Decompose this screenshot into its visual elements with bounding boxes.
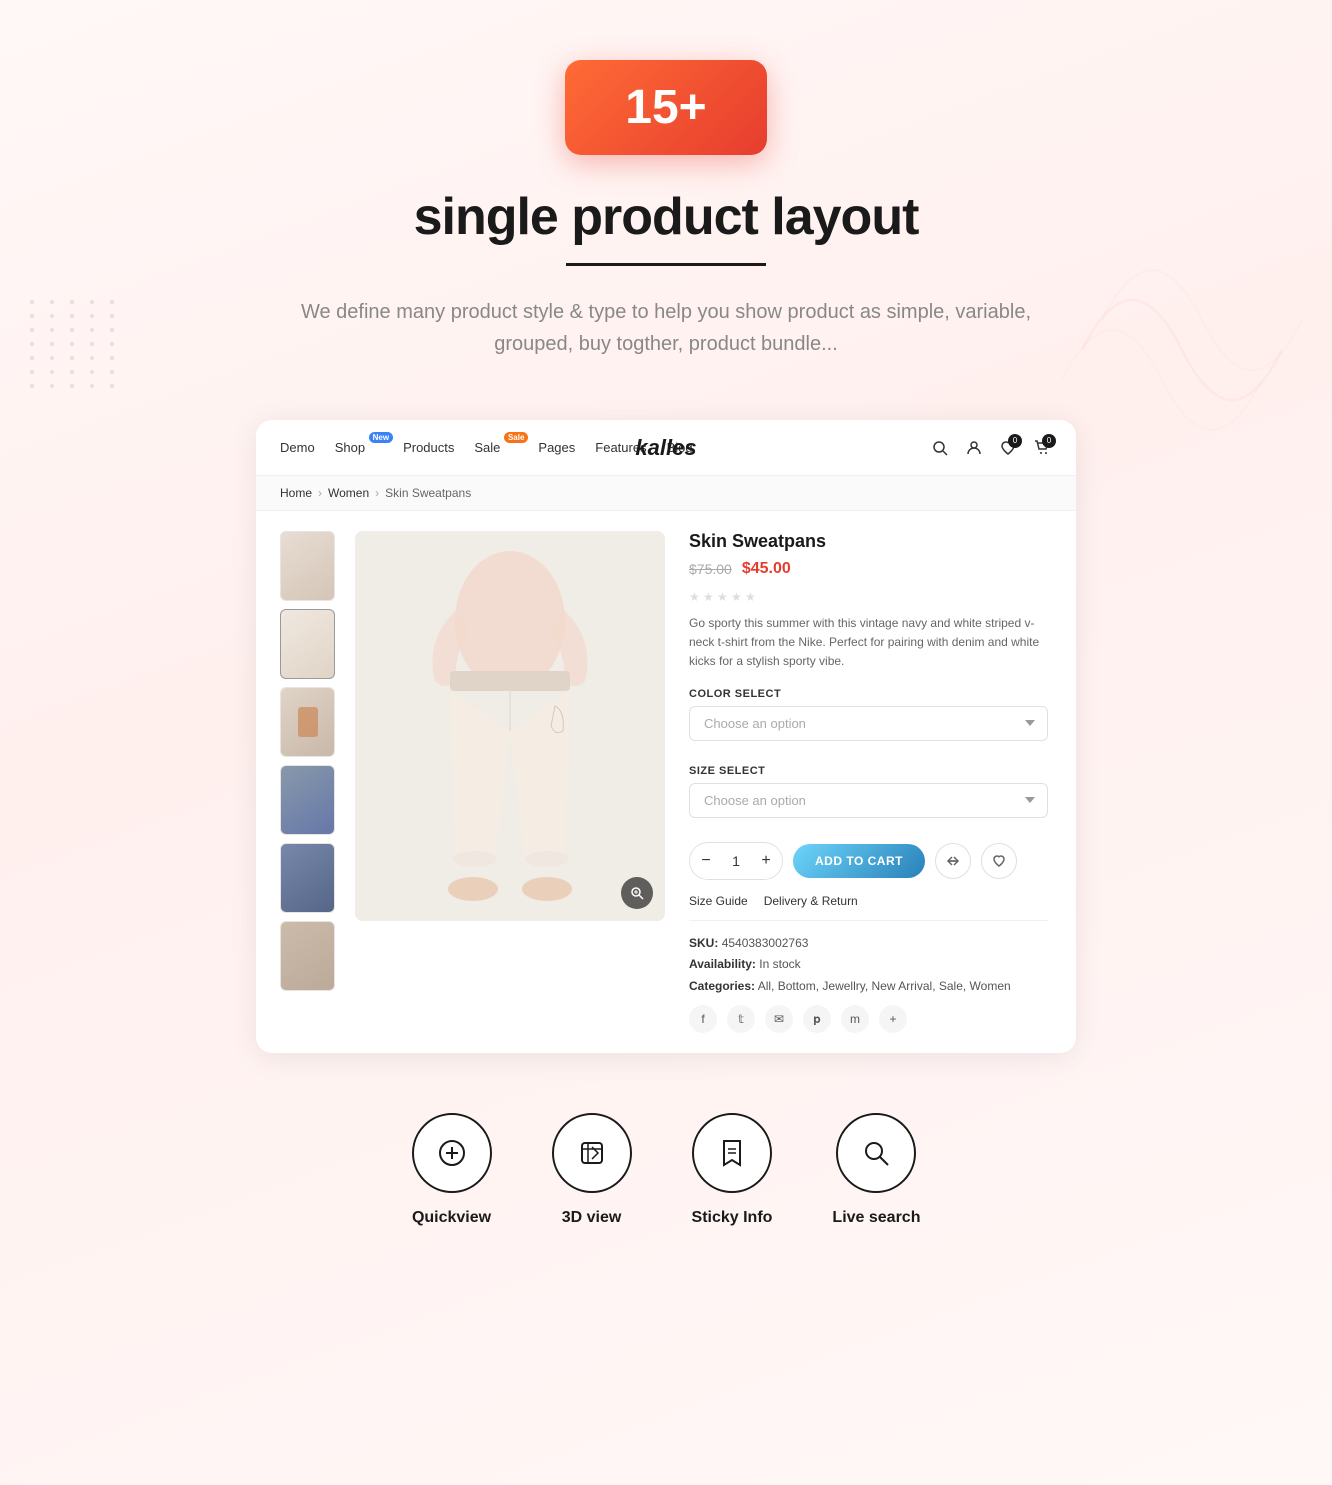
sticky-info-label: Sticky Info <box>692 1209 773 1227</box>
quickview-icon <box>412 1113 492 1193</box>
site-logo: kalles <box>635 435 696 461</box>
quantity-decrease-button[interactable]: − <box>690 842 722 880</box>
cart-count: 0 <box>1042 434 1056 448</box>
live-search-icon <box>836 1113 916 1193</box>
features-section: Quickview 3D view Sticky Info <box>0 1053 1332 1227</box>
product-title: Skin Sweatpans <box>689 531 1048 552</box>
nav-badge-sale: Sale <box>504 432 528 443</box>
feature-live-search[interactable]: Live search <box>832 1113 920 1227</box>
hero-underline <box>566 263 766 266</box>
feature-quickview[interactable]: Quickview <box>412 1113 492 1227</box>
nav-link-demo[interactable]: Demo <box>280 440 315 455</box>
compare-button[interactable] <box>935 843 971 879</box>
feature-3d-view[interactable]: 3D view <box>552 1113 632 1227</box>
thumbnail-4[interactable] <box>280 765 335 835</box>
size-guide-link[interactable]: Size Guide <box>689 894 748 908</box>
quickview-label: Quickview <box>412 1209 491 1227</box>
product-demo-card: Demo Shop New Products Sale Sale Pages F… <box>256 420 1076 1053</box>
add-to-cart-button[interactable]: ADD TO CART <box>793 844 925 878</box>
breadcrumb-women[interactable]: Women <box>328 486 369 500</box>
quantity-control: − 1 + <box>689 842 783 880</box>
wishlist-count: 0 <box>1008 434 1022 448</box>
hero-badge: 15+ <box>565 60 766 155</box>
product-info-panel: Skin Sweatpans $75.00 $45.00 ★ ★ ★ ★ ★ G… <box>685 531 1052 1033</box>
product-main-image: -40% <box>355 531 665 921</box>
sku-value: 4540383002763 <box>722 936 809 950</box>
color-select-label: COLOR SELECT <box>689 688 1048 700</box>
product-meta-info: SKU: 4540383002763 Availability: In stoc… <box>689 933 1048 998</box>
sku-row: SKU: 4540383002763 <box>689 933 1048 955</box>
product-image-svg <box>355 531 665 921</box>
3d-view-icon <box>552 1113 632 1193</box>
live-search-label: Live search <box>832 1209 920 1227</box>
thumbnail-5[interactable] <box>280 843 335 913</box>
nav-badge-new: New <box>369 432 393 443</box>
nav-link-products[interactable]: Products <box>403 440 454 455</box>
decorative-dots-left <box>30 300 120 388</box>
availability-value: In stock <box>759 957 800 971</box>
page-wrapper: 15+ single product layout We define many… <box>0 0 1332 1485</box>
star-rating: ★ ★ ★ ★ ★ <box>689 590 1048 602</box>
size-select-label: SIZE SELECT <box>689 765 1048 777</box>
thumbnail-3[interactable] <box>280 687 335 757</box>
sticky-info-icon <box>692 1113 772 1193</box>
search-nav-icon[interactable] <box>930 438 950 458</box>
social-sharing-row: f 𝕥 ✉ 𝐩 m + <box>689 1005 1048 1033</box>
breadcrumb-home[interactable]: Home <box>280 486 312 500</box>
facebook-share-icon[interactable]: f <box>689 1005 717 1033</box>
feature-sticky-info[interactable]: Sticky Info <box>692 1113 773 1227</box>
quantity-value: 1 <box>722 853 750 869</box>
nav-links: Demo Shop New Products Sale Sale Pages F… <box>280 440 930 455</box>
nav-link-pages[interactable]: Pages <box>538 440 575 455</box>
product-thumbnails <box>280 531 335 1033</box>
original-price: $75.00 <box>689 561 732 577</box>
wishlist-nav-icon[interactable]: 0 <box>998 438 1018 458</box>
wave-decoration <box>1032 200 1332 500</box>
add-to-cart-row: − 1 + ADD TO CART <box>689 842 1048 880</box>
size-select-dropdown[interactable]: Choose an option <box>689 783 1048 818</box>
thumbnail-1[interactable] <box>280 531 335 601</box>
product-layout: -40% <box>256 511 1076 1053</box>
email-share-icon[interactable]: ✉ <box>765 1005 793 1033</box>
product-description: Go sporty this summer with this vintage … <box>689 614 1048 672</box>
breadcrumb: Home › Women › Skin Sweatpans <box>256 476 1076 511</box>
messenger-share-icon[interactable]: m <box>841 1005 869 1033</box>
quantity-increase-button[interactable]: + <box>750 842 782 880</box>
categories-row: Categories: All, Bottom, Jewellry, New A… <box>689 976 1048 998</box>
thumbnail-2[interactable] <box>280 609 335 679</box>
sale-price: $45.00 <box>742 560 791 578</box>
twitter-share-icon[interactable]: 𝕥 <box>727 1005 755 1033</box>
price-row: $75.00 $45.00 <box>689 560 1048 578</box>
hero-subtitle: We define many product style & type to h… <box>266 296 1066 360</box>
thumbnail-6[interactable] <box>280 921 335 991</box>
wishlist-button[interactable] <box>981 843 1017 879</box>
main-content: Demo Shop New Products Sale Sale Pages F… <box>0 420 1332 1053</box>
size-select-wrapper: Choose an option <box>689 783 1048 830</box>
cart-nav-icon[interactable]: 0 <box>1032 438 1052 458</box>
zoom-button[interactable] <box>621 877 653 909</box>
categories-value: All, Bottom, Jewellry, New Arrival, Sale… <box>758 979 1011 993</box>
nav-icon-group: 0 0 <box>930 438 1052 458</box>
breadcrumb-current: Skin Sweatpans <box>385 486 471 500</box>
color-select-wrapper: Choose an option <box>689 706 1048 753</box>
color-select-dropdown[interactable]: Choose an option <box>689 706 1048 741</box>
3d-view-label: 3D view <box>562 1209 622 1227</box>
delivery-return-link[interactable]: Delivery & Return <box>764 894 858 908</box>
pinterest-share-icon[interactable]: 𝐩 <box>803 1005 831 1033</box>
navigation-bar: Demo Shop New Products Sale Sale Pages F… <box>256 420 1076 476</box>
nav-link-sale[interactable]: Sale Sale <box>474 440 518 455</box>
nav-link-shop[interactable]: Shop New <box>335 440 383 455</box>
product-meta-links: Size Guide Delivery & Return <box>689 894 1048 921</box>
availability-row: Availability: In stock <box>689 954 1048 976</box>
more-share-icon[interactable]: + <box>879 1005 907 1033</box>
user-nav-icon[interactable] <box>964 438 984 458</box>
